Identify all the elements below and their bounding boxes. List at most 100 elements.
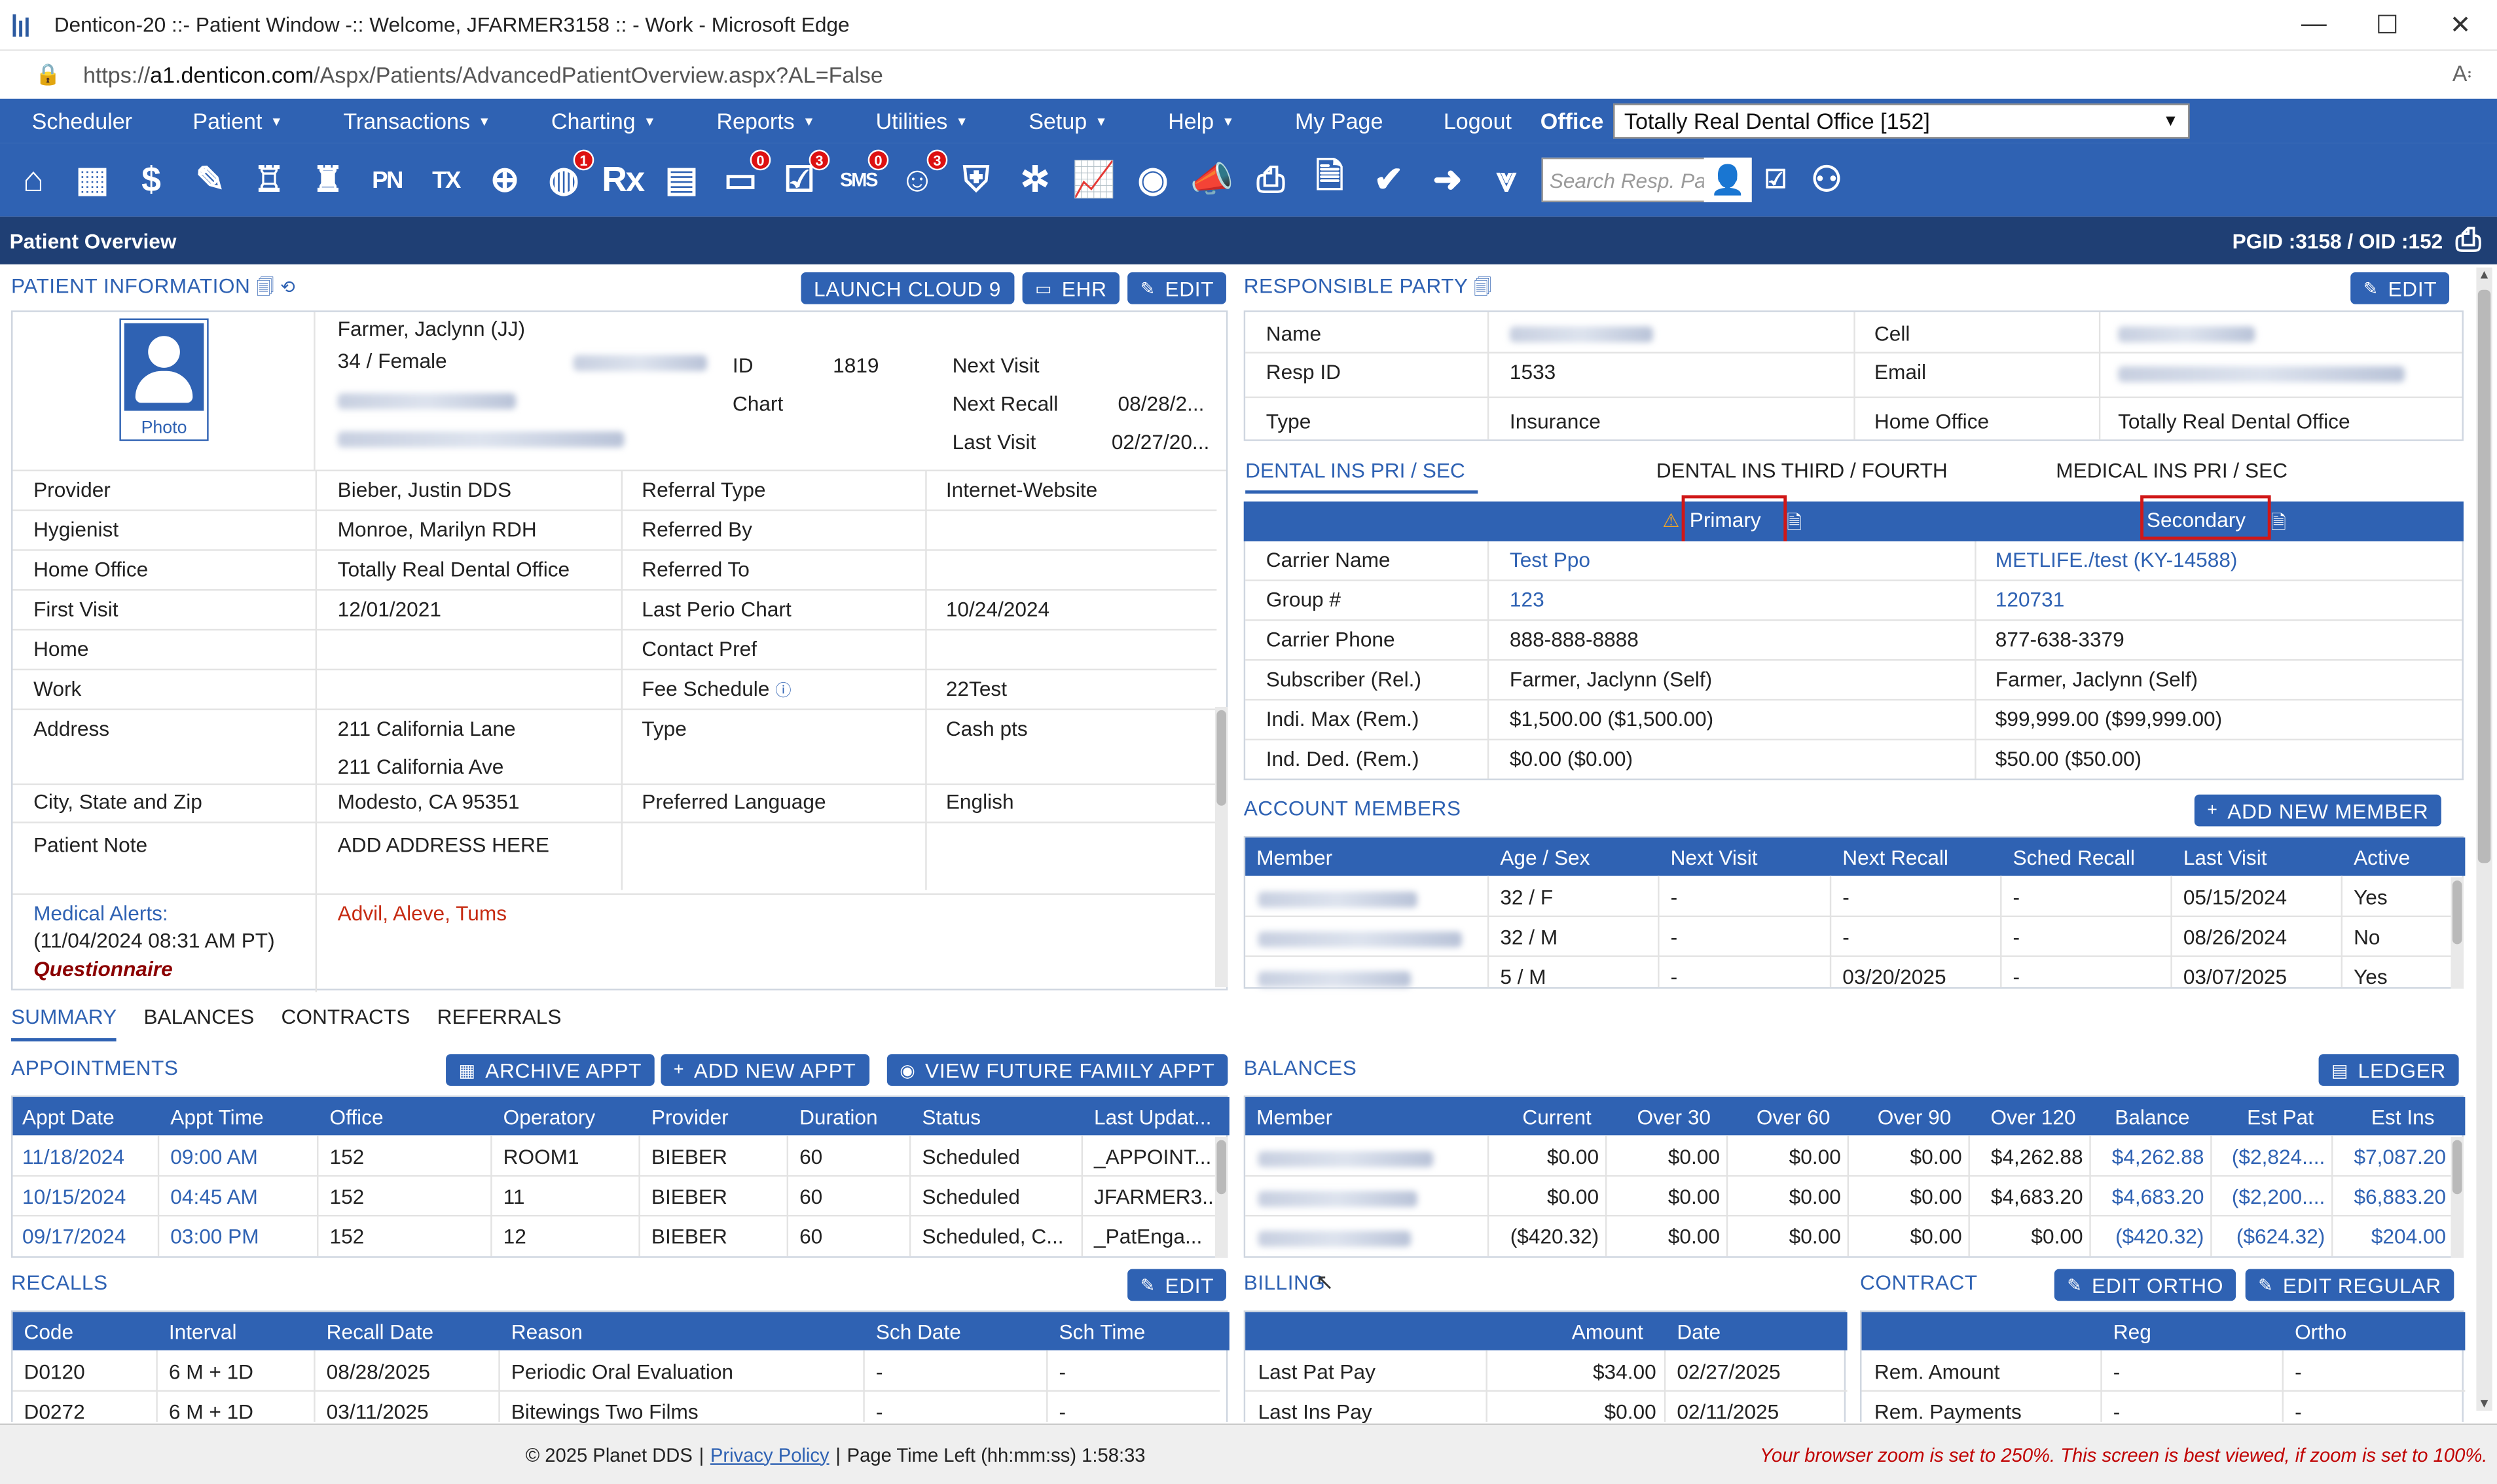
col-age-sex[interactable]: Age / Sex xyxy=(1500,846,1590,869)
info-icon[interactable]: ⓘ xyxy=(775,683,791,700)
print-icon[interactable]: ⎙ xyxy=(2456,222,2481,259)
alerts-icon[interactable]: ☺ 3 xyxy=(890,149,948,208)
appt-time-link[interactable]: 09:00 AM xyxy=(170,1145,258,1168)
prescription-icon[interactable]: Rx xyxy=(596,153,650,208)
ehr-button[interactable]: ▭ EHR xyxy=(1022,272,1120,304)
col-member[interactable]: Member xyxy=(1256,846,1332,869)
people-search-icon[interactable]: ⚇ xyxy=(1800,153,1854,208)
col-over120[interactable]: Over 120 xyxy=(1991,1105,2076,1129)
col-sched-recall[interactable]: Sched Recall xyxy=(2013,846,2135,869)
menu-charting[interactable]: Charting ▼ xyxy=(519,108,685,134)
primary-group-link[interactable]: 123 xyxy=(1510,588,1544,611)
table-row[interactable]: D0120 6 M + 1D 08/28/2025 Periodic Oral … xyxy=(12,1352,1220,1392)
col-over30[interactable]: Over 30 xyxy=(1637,1105,1711,1129)
tab-contracts[interactable]: CONTRACTS xyxy=(282,1005,410,1041)
document-icon[interactable]: 🗎 xyxy=(2271,508,2286,541)
address-bar[interactable]: 🔒 https://a1.denticon.com/Aspx/Patients/… xyxy=(0,50,2497,99)
col-balance[interactable]: Balance xyxy=(2115,1105,2189,1129)
col-est-ins[interactable]: Est Ins xyxy=(2371,1105,2435,1129)
page-scrollbar[interactable]: ▲ ▼ xyxy=(2476,267,2492,1411)
est-ins-link[interactable]: $6,883.20 xyxy=(2354,1185,2446,1208)
launch-cloud9-button[interactable]: LAUNCH CLOUD 9 xyxy=(801,272,1014,304)
group-icon[interactable]: ◉ xyxy=(1126,153,1180,208)
scroll-up-icon[interactable]: ▲ xyxy=(2478,268,2490,282)
col-appt-date[interactable]: Appt Date xyxy=(22,1105,115,1129)
tab-dental-pri-sec[interactable]: DENTAL INS PRI / SEC xyxy=(1245,459,1478,494)
table-row[interactable]: 32 / F - - - 05/15/2024 Yes xyxy=(1245,877,2452,918)
table-row-inactive[interactable]: 32 / M - - - 08/26/2024 No xyxy=(1245,917,2452,957)
progress-notes-icon[interactable]: PN xyxy=(360,153,414,208)
balance-link[interactable]: $4,262.88 xyxy=(2112,1145,2204,1168)
col-over60[interactable]: Over 60 xyxy=(1757,1105,1830,1129)
table-row[interactable]: 5 / M - 03/20/2025 - 03/07/2025 Yes xyxy=(1245,957,2452,989)
col-sch-time[interactable]: Sch Time xyxy=(1059,1320,1146,1343)
menu-setup[interactable]: Setup ▼ xyxy=(997,108,1137,134)
tab-medical-pri-sec[interactable]: MEDICAL INS PRI / SEC xyxy=(2056,459,2287,482)
appt-time-link[interactable]: 03:00 PM xyxy=(170,1225,259,1248)
secondary-group-link[interactable]: 120731 xyxy=(1996,588,2065,611)
patient-photo[interactable]: Photo xyxy=(119,318,209,441)
col-office[interactable]: Office xyxy=(330,1105,384,1129)
col-interval[interactable]: Interval xyxy=(169,1320,237,1343)
menu-reports[interactable]: Reports ▼ xyxy=(685,108,844,134)
col-appt-time[interactable]: Appt Time xyxy=(170,1105,263,1129)
col-last-visit[interactable]: Last Visit xyxy=(2183,846,2267,869)
megaphone-icon[interactable]: 📣 xyxy=(1185,153,1239,208)
tab-dental-third-fourth[interactable]: DENTAL INS THIRD / FOURTH xyxy=(1656,459,1948,482)
home-icon[interactable]: ⌂ xyxy=(7,153,61,208)
patient-info-scrollbar[interactable] xyxy=(1214,706,1228,988)
edit-ortho-button[interactable]: ✎ EDIT ORTHO xyxy=(2054,1269,2236,1301)
est-ins-link[interactable]: $204.00 xyxy=(2371,1225,2446,1248)
col-current[interactable]: Current xyxy=(1522,1105,1591,1129)
tooth-icon[interactable]: ♜ xyxy=(301,153,355,208)
privacy-policy-link[interactable]: Privacy Policy xyxy=(710,1443,829,1466)
archive-appt-button[interactable]: ▦ ARCHIVE APPT xyxy=(446,1054,655,1086)
tab-summary[interactable]: SUMMARY xyxy=(11,1005,117,1041)
col-ortho[interactable]: Ortho xyxy=(2295,1320,2346,1343)
appt-date-link[interactable]: 11/18/2024 xyxy=(22,1145,124,1168)
est-pat-link[interactable]: ($624.32) xyxy=(2236,1225,2325,1248)
ledger-button[interactable]: ▤ LEDGER xyxy=(2318,1054,2459,1086)
scroll-down-icon[interactable]: ▼ xyxy=(2478,1396,2490,1411)
printer-icon[interactable]: ⎙ xyxy=(1244,153,1298,208)
network-icon[interactable]: ✲ xyxy=(1008,153,1063,208)
minimize-button[interactable]: — xyxy=(2277,10,2350,39)
checkbox-icon[interactable]: ☑ xyxy=(1757,153,1795,208)
add-new-member-button[interactable]: + ADD NEW MEMBER xyxy=(2194,794,2441,827)
col-member[interactable]: Member xyxy=(1256,1105,1332,1129)
line-chart-icon[interactable]: 📈 xyxy=(1067,153,1121,208)
history-icon[interactable]: ⟲ xyxy=(280,279,295,298)
col-sch-date[interactable]: Sch Date xyxy=(876,1320,961,1343)
balance-link[interactable]: $4,683.20 xyxy=(2112,1185,2204,1208)
col-provider[interactable]: Provider xyxy=(651,1105,729,1129)
col-next-visit[interactable]: Next Visit xyxy=(1671,846,1758,869)
appt-date-link[interactable]: 10/15/2024 xyxy=(22,1185,126,1208)
close-button[interactable]: ✕ xyxy=(2424,9,2497,41)
est-pat-link[interactable]: ($2,200.... xyxy=(2232,1185,2325,1208)
table-row[interactable]: 09/17/2024 03:00 PM 152 12 BIEBER 60 Sch… xyxy=(12,1216,1216,1256)
add-new-appt-button[interactable]: + ADD NEW APPT xyxy=(661,1054,869,1086)
menu-transactions[interactable]: Transactions ▼ xyxy=(312,108,520,134)
col-status[interactable]: Status xyxy=(922,1105,981,1129)
shield-arrow-icon[interactable]: ➜ xyxy=(1421,153,1475,208)
table-row[interactable]: 10/15/2024 04:45 AM 152 11 BIEBER 60 Sch… xyxy=(12,1177,1220,1217)
col-reg[interactable]: Reg xyxy=(2113,1320,2151,1343)
col-operatory[interactable]: Operatory xyxy=(503,1105,596,1129)
person-search-icon[interactable]: 👤 xyxy=(1704,157,1752,202)
dollar-icon[interactable]: $ xyxy=(124,153,179,208)
clipboard-icon[interactable]: 🗐 xyxy=(257,279,274,298)
col-active[interactable]: Active xyxy=(2354,846,2410,869)
est-pat-link[interactable]: ($2,824.... xyxy=(2232,1145,2325,1168)
table-row[interactable]: 11/18/2024 09:00 AM 152 ROOM1 BIEBER 60 … xyxy=(12,1137,1217,1177)
est-ins-link[interactable]: $7,087.20 xyxy=(2354,1145,2446,1168)
tooth-chart-icon[interactable]: ♖ xyxy=(242,153,297,208)
col-code[interactable]: Code xyxy=(24,1320,73,1343)
tab-referrals[interactable]: REFERRALS xyxy=(437,1005,562,1041)
tab-balances[interactable]: BALANCES xyxy=(143,1005,254,1041)
insurance-icon[interactable]: ⛨ xyxy=(949,153,1004,208)
col-duration[interactable]: Duration xyxy=(799,1105,878,1129)
primary-carrier-link[interactable]: Test Ppo xyxy=(1510,548,1590,571)
questionnaire-link[interactable]: Questionnaire xyxy=(33,957,173,981)
patient-edit-button[interactable]: ✎ EDIT xyxy=(1127,272,1227,304)
read-aloud-icon[interactable]: A𝄈 xyxy=(2452,60,2471,87)
